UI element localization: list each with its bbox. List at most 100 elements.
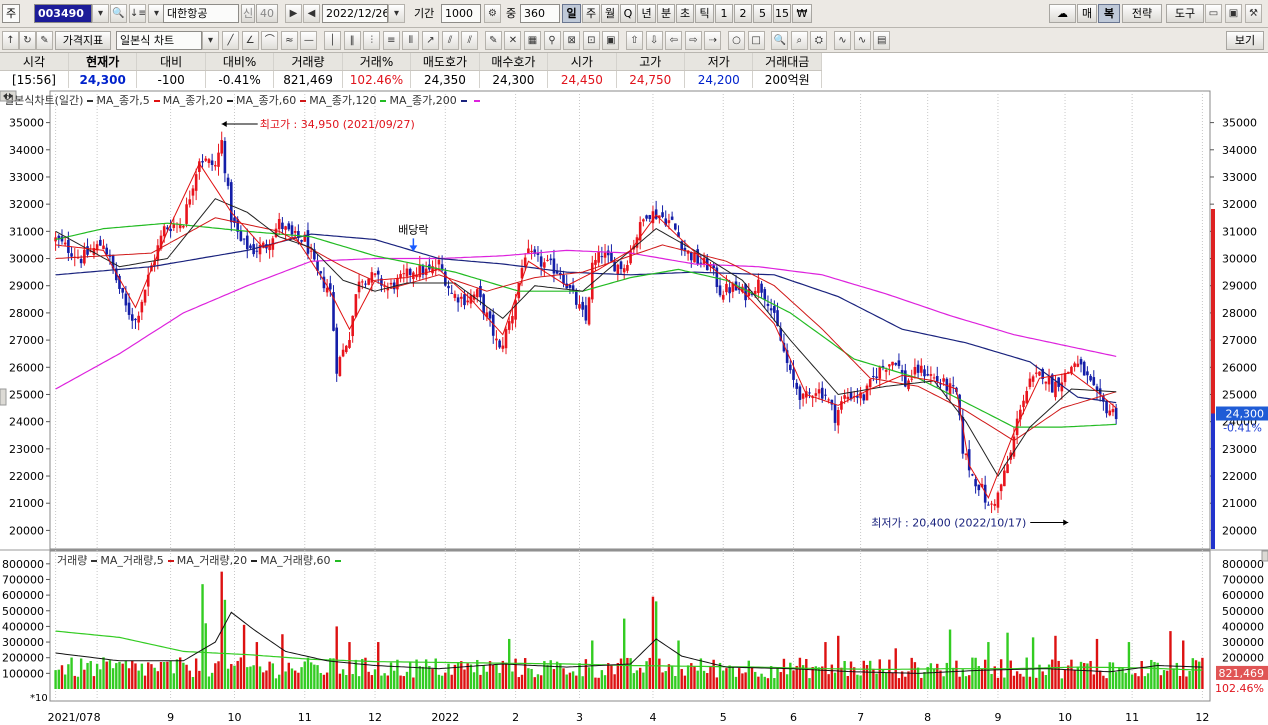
period-button-4[interactable]: 년 bbox=[637, 4, 656, 23]
period-button-10[interactable]: 5 bbox=[753, 4, 772, 23]
period-button-5[interactable]: 분 bbox=[657, 4, 675, 23]
period-button-8[interactable]: 1 bbox=[715, 4, 733, 23]
period-button-11[interactable]: 15 bbox=[773, 4, 791, 23]
prev-arrow-icon[interactable]: ◀ bbox=[303, 4, 320, 23]
draw-tool-icon-24[interactable]: ⇢ bbox=[704, 31, 722, 50]
candle-body-293 bbox=[990, 503, 993, 505]
draw-tool-icon-10[interactable]: ↗ bbox=[422, 31, 439, 50]
volume-axis-label-left-0: 100000 bbox=[2, 667, 44, 680]
draw-tool-icon-2[interactable]: ⌒ bbox=[261, 31, 279, 50]
candle-body-136 bbox=[488, 311, 492, 319]
search-icon[interactable]: 🔍 bbox=[110, 4, 127, 23]
candle-body-171 bbox=[600, 256, 604, 258]
draw-tool-icon-14[interactable]: ✕ bbox=[504, 31, 522, 50]
candle-body-199 bbox=[689, 252, 693, 261]
right-button-2[interactable]: 전략 bbox=[1122, 4, 1162, 23]
candle-body-200 bbox=[693, 252, 696, 263]
wrench-icon[interactable]: ⚒ bbox=[1245, 4, 1262, 23]
volume-bar-134 bbox=[482, 665, 485, 689]
period-button-0[interactable]: 일 bbox=[562, 4, 581, 23]
candle-body-192 bbox=[667, 220, 671, 224]
volume-bar-104 bbox=[386, 675, 390, 689]
draw-tool-icon-8[interactable]: ≡ bbox=[382, 31, 400, 50]
draw-tool-icon-15[interactable]: ▦ bbox=[524, 31, 541, 50]
draw-tool-icon-21[interactable]: ⇩ bbox=[645, 31, 663, 50]
cloud-icon[interactable]: ☁ bbox=[1049, 4, 1076, 23]
period-button-7[interactable]: 틱 bbox=[695, 4, 714, 23]
period-button-1[interactable]: 주 bbox=[582, 4, 600, 23]
volume-bar-350 bbox=[1172, 668, 1175, 689]
draw-tool-icon-32[interactable]: ▤ bbox=[873, 31, 891, 50]
stock-name-field[interactable]: 대한항공 bbox=[163, 4, 239, 23]
draw-tool-icon-7[interactable]: ⫶ bbox=[363, 31, 381, 50]
draw-tool-icon-27[interactable]: 🔍 bbox=[771, 31, 789, 50]
volume-bar-83 bbox=[319, 672, 322, 689]
draw-tool-icon-18[interactable]: ⊡ bbox=[582, 31, 600, 50]
next-arrow-icon[interactable]: ▶ bbox=[285, 4, 302, 23]
right-button-3[interactable]: 도구 bbox=[1166, 4, 1204, 23]
period-button-6[interactable]: 초 bbox=[676, 4, 694, 23]
candle-body-169 bbox=[594, 259, 597, 265]
right-button-0[interactable]: 매 bbox=[1077, 4, 1097, 23]
price-indicator-button[interactable]: 가격지표 bbox=[55, 31, 111, 50]
calendar-dropdown-icon[interactable]: ▾ bbox=[388, 4, 405, 23]
draw-tool-icon-16[interactable]: ⚲ bbox=[543, 31, 561, 50]
draw-tool-icon-9[interactable]: ⫴ bbox=[402, 31, 420, 50]
draw-tool-icon-6[interactable]: ‖ bbox=[343, 31, 361, 50]
draw-tool-icon-28[interactable]: ⌕ bbox=[790, 31, 808, 50]
draw-tool-icon-3[interactable]: ≈ bbox=[280, 31, 298, 50]
draw-tool-icon-20[interactable]: ⇧ bbox=[626, 31, 643, 50]
candle-body-25 bbox=[134, 318, 137, 321]
volume-bar-258 bbox=[878, 659, 881, 689]
draw-tool-icon-4[interactable]: — bbox=[300, 31, 318, 50]
settings-small-icon[interactable]: ⚙ bbox=[484, 4, 501, 23]
date-input[interactable]: 2022/12/26 bbox=[322, 4, 388, 23]
draw-tool-icon-29[interactable]: ⛭ bbox=[810, 31, 828, 50]
draw-tool-icon-17[interactable]: ⊠ bbox=[563, 31, 581, 50]
volume-bar-173 bbox=[607, 663, 610, 689]
up-arrow-icon[interactable]: ↑ bbox=[2, 31, 19, 50]
drawing-toolbar: ↑ ↻ ✎ 가격지표 일본식 차트 ▾ ╱ ∠ ⌒ ≈ — │ ‖ ⫶ ≡ ⫴ ↗ ⫽ ⫽ ✎ ✕ ▦ ⚲ ⊠ ⊡ ▣… bbox=[0, 28, 1268, 53]
volume-axis-label-left-7: 800000 bbox=[2, 558, 44, 571]
sort-icon[interactable]: ↓≡ bbox=[129, 4, 146, 23]
draw-tool-icon-30[interactable]: ∿ bbox=[834, 31, 851, 50]
market-selector[interactable]: 주 bbox=[2, 4, 20, 23]
draw-tool-icon-13[interactable]: ✎ bbox=[484, 31, 502, 50]
draw-tool-icon-1[interactable]: ∠ bbox=[241, 31, 259, 50]
period-button-12[interactable]: ₩ bbox=[792, 4, 812, 23]
draw-tool-icon-23[interactable]: ⇨ bbox=[684, 31, 702, 50]
draw-tool-icon-0[interactable]: ╱ bbox=[222, 31, 239, 50]
chart-type-dropdown-icon[interactable]: ▾ bbox=[202, 31, 219, 50]
save-icon[interactable]: ▣ bbox=[1225, 4, 1242, 23]
draw-tool-icon-5[interactable]: │ bbox=[324, 31, 341, 50]
draw-tool-icon-22[interactable]: ⇦ bbox=[665, 31, 683, 50]
folder-icon[interactable]: ▭ bbox=[1205, 4, 1222, 23]
draw-tool-icon-31[interactable]: ∿ bbox=[853, 31, 871, 50]
right-button-1[interactable]: 복 bbox=[1098, 4, 1120, 23]
quote-header-bid: 매수호가 bbox=[479, 53, 549, 71]
stock-code-input[interactable]: 003490 bbox=[34, 4, 92, 23]
candle-body-89 bbox=[338, 357, 342, 376]
stock-chart[interactable]: 20000 2000021000 2100022000 2200023000 23000… bbox=[0, 89, 1268, 725]
candle-body-289 bbox=[977, 484, 981, 491]
view-button[interactable]: 보기 bbox=[1226, 31, 1264, 50]
candle-body-247 bbox=[843, 395, 846, 399]
count-input[interactable]: 360 bbox=[520, 4, 560, 23]
draw-tool-icon-25[interactable]: ○ bbox=[728, 31, 745, 50]
code-dropdown-icon[interactable]: ▾ bbox=[92, 4, 109, 23]
candle-body-123 bbox=[447, 285, 450, 289]
period-button-2[interactable]: 월 bbox=[601, 4, 619, 23]
x-axis-label-1: 8 bbox=[94, 711, 101, 724]
volume-bar-166 bbox=[584, 659, 588, 689]
period-button-3[interactable]: Q bbox=[620, 4, 636, 23]
chart-type-select[interactable]: 일본식 차트 bbox=[116, 31, 202, 50]
draw-tool-icon-26[interactable]: □ bbox=[747, 31, 765, 50]
reset-icon[interactable]: ↻ bbox=[19, 31, 36, 50]
draw-tool-icon-19[interactable]: ▣ bbox=[602, 31, 620, 50]
period-button-9[interactable]: 2 bbox=[734, 4, 752, 23]
price-axis-label-left-5: 25000 bbox=[9, 388, 44, 401]
period-input[interactable]: 1000 bbox=[441, 4, 481, 23]
draw-tool-icon-12[interactable]: ⫽ bbox=[461, 31, 479, 50]
draw-tool-icon-11[interactable]: ⫽ bbox=[441, 31, 459, 50]
edit-icon[interactable]: ✎ bbox=[36, 31, 53, 50]
